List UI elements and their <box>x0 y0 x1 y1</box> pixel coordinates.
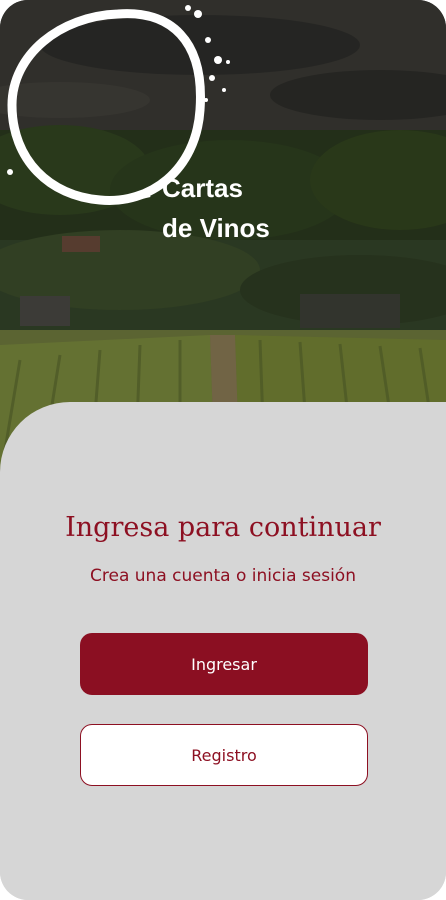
logo-line-1: Cartas <box>162 173 243 203</box>
register-button[interactable]: Registro <box>80 724 368 786</box>
login-button[interactable]: Ingresar <box>80 633 368 695</box>
app-screen: Cartas de Vinos Ingresa para continuar C… <box>0 0 446 900</box>
login-subtitle: Crea una cuenta o inicia sesión <box>90 566 356 586</box>
login-title: Ingresa para continuar <box>65 512 381 543</box>
logo-line-2: de Vinos <box>162 213 270 243</box>
logo-wordmark: Cartas de Vinos <box>162 168 322 248</box>
